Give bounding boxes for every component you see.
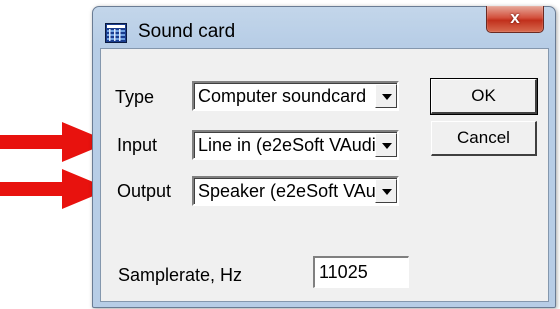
close-button[interactable]: x	[486, 6, 544, 33]
sound-card-app-icon	[105, 23, 127, 43]
type-chevron-down-icon[interactable]	[375, 84, 397, 108]
output-dropdown-value: Speaker (e2eSoft VAuc	[198, 181, 376, 201]
ok-button[interactable]: OK	[430, 78, 538, 115]
input-dropdown-value: Line in (e2eSoft VAudio	[198, 135, 376, 155]
cancel-button[interactable]: Cancel	[431, 121, 537, 156]
output-chevron-down-icon[interactable]	[375, 179, 397, 203]
input-chevron-down-icon[interactable]	[375, 133, 397, 157]
dialog-client-area: Type Computer soundcard Input Line in (e…	[100, 48, 549, 302]
input-dropdown[interactable]: Line in (e2eSoft VAudio	[192, 130, 399, 160]
window-title: Sound card	[138, 21, 236, 42]
type-dropdown-value: Computer soundcard	[198, 86, 367, 106]
type-label: Type	[115, 87, 155, 107]
input-label: Input	[117, 135, 158, 155]
samplerate-value: 11025	[319, 262, 368, 282]
title-bar[interactable]: Sound card x	[93, 6, 555, 49]
type-dropdown[interactable]: Computer soundcard	[192, 81, 399, 111]
samplerate-label: Samplerate, Hz	[118, 265, 243, 285]
close-icon: x	[510, 8, 520, 27]
output-label: Output	[117, 181, 172, 201]
output-dropdown[interactable]: Speaker (e2eSoft VAuc	[192, 176, 399, 206]
samplerate-input[interactable]: 11025	[313, 256, 409, 288]
sound-card-dialog: Sound card x Type Computer soundcard Inp…	[92, 6, 556, 308]
